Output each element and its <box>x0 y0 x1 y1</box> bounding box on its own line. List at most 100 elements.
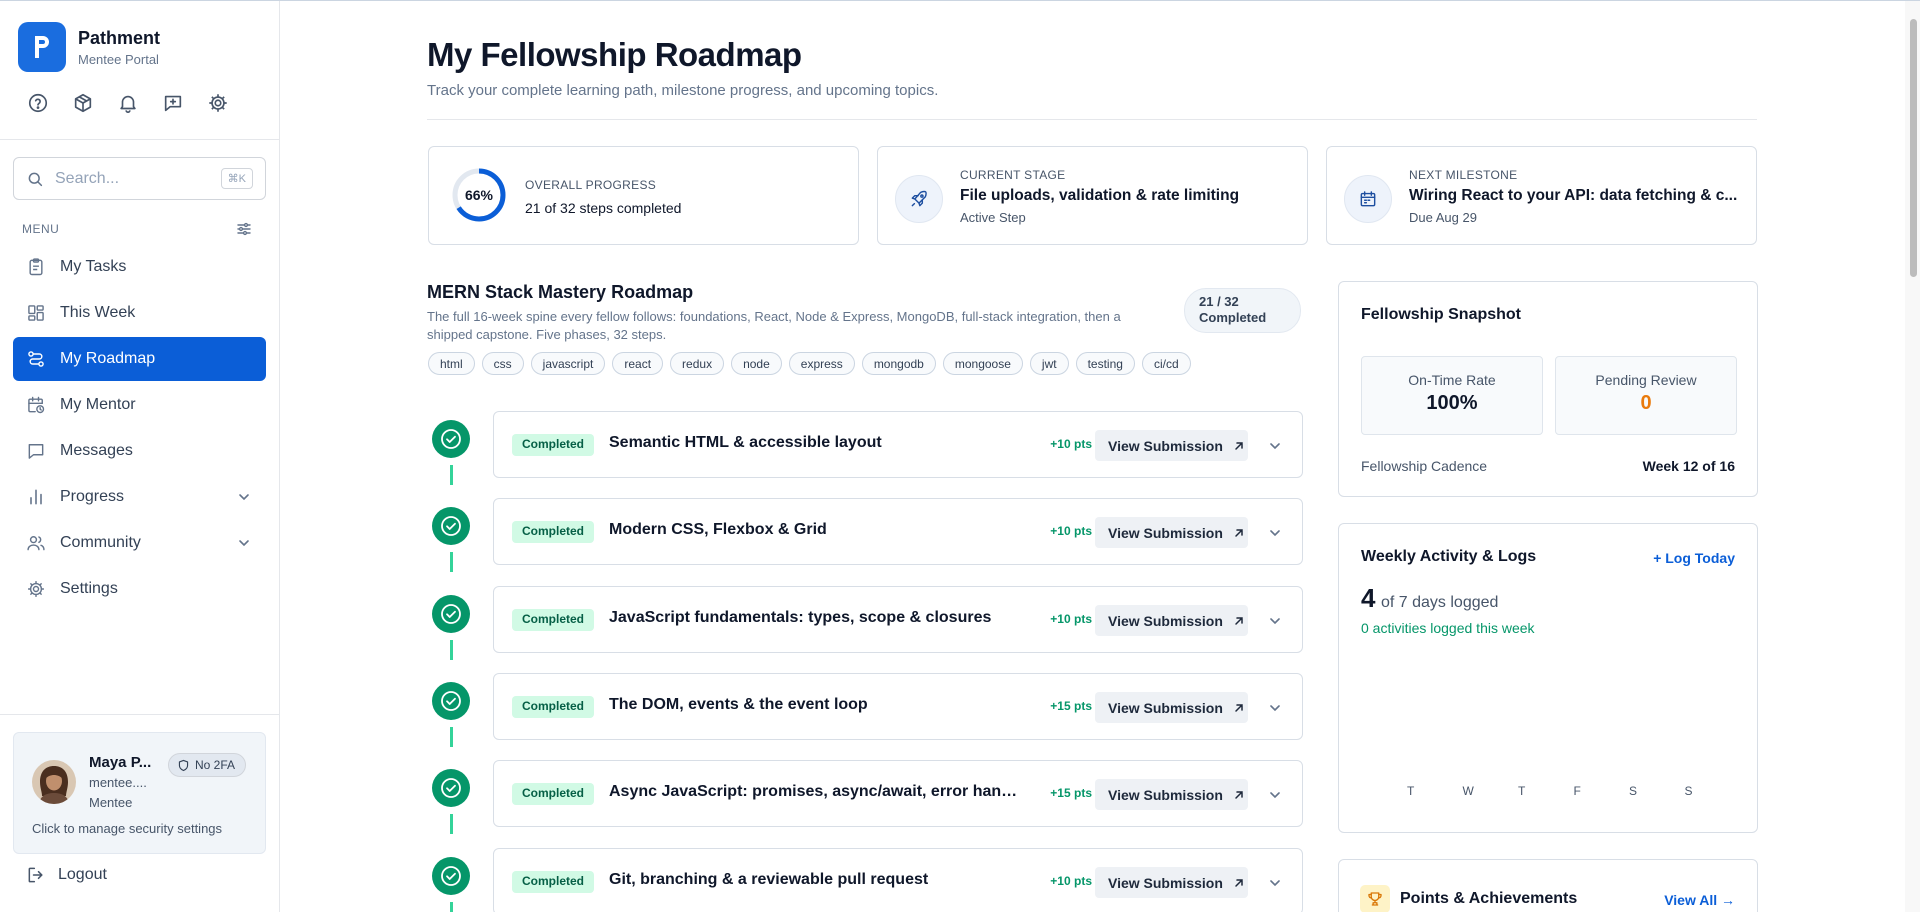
snapshot-title: Fellowship Snapshot <box>1361 306 1522 323</box>
tag-jwt[interactable]: jwt <box>1029 352 1069 375</box>
roadmap-count: 21 / 32 <box>1199 294 1239 309</box>
security-badge-label: No 2FA <box>195 758 236 772</box>
view-all-link[interactable]: View All → <box>1664 892 1735 908</box>
sidebar-item-settings[interactable]: Settings <box>13 567 266 611</box>
cadence-label: Fellowship Cadence <box>1361 458 1488 474</box>
chevron-down-icon[interactable] <box>1267 613 1283 629</box>
step-card[interactable]: Completed The DOM, events & the event lo… <box>493 673 1303 740</box>
weekday-label: S <box>1684 784 1693 798</box>
weekday-label: F <box>1573 784 1581 798</box>
timeline-connector <box>450 640 453 660</box>
weekday-label: T <box>1407 784 1415 798</box>
tag-ci-cd[interactable]: ci/cd <box>1141 352 1191 375</box>
brand[interactable]: Pathment Mentee Portal <box>18 22 160 72</box>
sidebar-item-label: My Tasks <box>60 258 127 275</box>
trophy-icon <box>1360 885 1390 912</box>
days-logged-count: 4 <box>1361 583 1376 613</box>
sidebar-item-this-week[interactable]: This Week <box>13 291 266 335</box>
divider <box>0 714 279 715</box>
next-milestone-card[interactable]: NEXT MILESTONE Wiring React to your API:… <box>1326 146 1757 245</box>
help-icon[interactable] <box>26 91 50 115</box>
step-card[interactable]: Completed Modern CSS, Flexbox & Grid +10… <box>493 498 1303 565</box>
view-submission-button[interactable]: View Submission <box>1095 692 1248 723</box>
step-card[interactable]: Completed Semantic HTML & accessible lay… <box>493 411 1303 478</box>
sidebar-item-progress[interactable]: Progress <box>13 475 266 519</box>
sidebar-item-my-roadmap[interactable]: My Roadmap <box>13 337 266 381</box>
user-role: Mentee <box>89 795 133 810</box>
external-arrow-icon <box>1235 441 1243 450</box>
sidebar-item-my-mentor[interactable]: My Mentor <box>13 383 266 427</box>
feedback-icon[interactable] <box>161 91 185 115</box>
view-submission-button[interactable]: View Submission <box>1095 779 1248 810</box>
pending-review-value: 0 <box>1640 392 1652 414</box>
calendar-icon <box>1344 175 1392 223</box>
tag-redux[interactable]: redux <box>670 352 725 375</box>
external-arrow-icon <box>1235 616 1243 625</box>
log-today-link[interactable]: + Log Today <box>1653 550 1735 566</box>
tag-node[interactable]: node <box>731 352 782 375</box>
current-stage-title: File uploads, validation & rate limiting <box>960 187 1240 204</box>
avatar <box>32 760 76 804</box>
security-badge[interactable]: No 2FA <box>168 753 247 777</box>
sidebar-item-my-tasks[interactable]: My Tasks <box>13 245 266 289</box>
tag-mongodb[interactable]: mongodb <box>861 352 936 375</box>
user-card[interactable]: Maya P... No 2FA mentee.... Mentee Click… <box>13 732 266 854</box>
sidebar-item-messages[interactable]: Messages <box>13 429 266 473</box>
step-card[interactable]: Completed Async JavaScript: promises, as… <box>493 760 1303 827</box>
tag-react[interactable]: react <box>612 352 664 375</box>
chevron-down-icon[interactable] <box>1267 438 1283 454</box>
view-submission-button[interactable]: View Submission <box>1095 867 1248 898</box>
clipboard-icon <box>29 258 43 276</box>
divider <box>0 139 279 140</box>
gear-icon[interactable] <box>206 91 230 115</box>
sidebar-item-label: Progress <box>60 488 125 505</box>
tag-mongoose[interactable]: mongoose <box>942 352 1023 375</box>
view-submission-button[interactable]: View Submission <box>1095 517 1248 548</box>
sidebar: Pathment Mentee Portal ⌘K MENU <box>0 1 280 912</box>
weekly-activity-card: Weekly Activity & Logs + Log Today 4 of … <box>1338 523 1758 833</box>
sidebar-item-label: Community <box>60 534 141 551</box>
page-subtitle: Track your complete learning path, miles… <box>427 82 939 99</box>
security-settings-link[interactable]: Click to manage security settings <box>32 821 222 836</box>
tag-css[interactable]: css <box>481 352 524 375</box>
roadmap-title: MERN Stack Mastery Roadmap <box>427 282 694 302</box>
chevron-down-icon[interactable] <box>236 489 252 505</box>
tag-express[interactable]: express <box>788 352 855 375</box>
logout-button[interactable]: Logout <box>26 865 107 885</box>
search-box[interactable]: ⌘K <box>13 157 266 200</box>
status-badge: Completed <box>512 696 595 718</box>
roadmap-completion-badge: 21 / 32 Completed <box>1184 288 1301 333</box>
tag-javascript[interactable]: javascript <box>530 352 606 375</box>
tag-testing[interactable]: testing <box>1075 352 1135 375</box>
chevron-down-icon[interactable] <box>1267 525 1283 541</box>
bell-icon[interactable] <box>116 91 140 115</box>
chevron-down-icon[interactable] <box>1267 700 1283 716</box>
roadmap-step: Completed JavaScript fundamentals: types… <box>428 586 1303 660</box>
check-circle-icon <box>432 507 470 545</box>
logout-icon <box>28 867 43 883</box>
tag-html[interactable]: html <box>428 352 475 375</box>
on-time-rate-tile: On-Time Rate 100% <box>1361 356 1543 435</box>
view-submission-button[interactable]: View Submission <box>1095 605 1248 636</box>
menu-label: MENU <box>22 222 60 236</box>
sliders-icon[interactable] <box>236 221 252 237</box>
sidebar-item-community[interactable]: Community <box>13 521 266 565</box>
scrollbar-thumb[interactable] <box>1910 19 1917 277</box>
search-input[interactable] <box>55 169 215 188</box>
view-submission-label: View Submission <box>1108 524 1223 541</box>
view-submission-label: View Submission <box>1108 786 1223 803</box>
page-scrollbar[interactable] <box>1905 1 1920 912</box>
pathment-logo <box>18 22 66 72</box>
points-title: Points & Achievements <box>1400 890 1578 907</box>
view-submission-button[interactable]: View Submission <box>1095 430 1248 461</box>
step-card[interactable]: Completed Git, branching & a reviewable … <box>493 848 1303 912</box>
chevron-down-icon[interactable] <box>1267 787 1283 803</box>
overall-progress-card: 66% OVERALL PROGRESS 21 of 32 steps comp… <box>428 146 859 245</box>
chevron-down-icon[interactable] <box>1267 875 1283 891</box>
chevron-down-icon[interactable] <box>236 535 252 551</box>
step-card[interactable]: Completed JavaScript fundamentals: types… <box>493 586 1303 653</box>
package-icon[interactable] <box>71 91 95 115</box>
step-title: Modern CSS, Flexbox & Grid <box>609 521 827 538</box>
current-stage-card[interactable]: CURRENT STAGE File uploads, validation &… <box>877 146 1308 245</box>
message-icon <box>28 444 44 459</box>
